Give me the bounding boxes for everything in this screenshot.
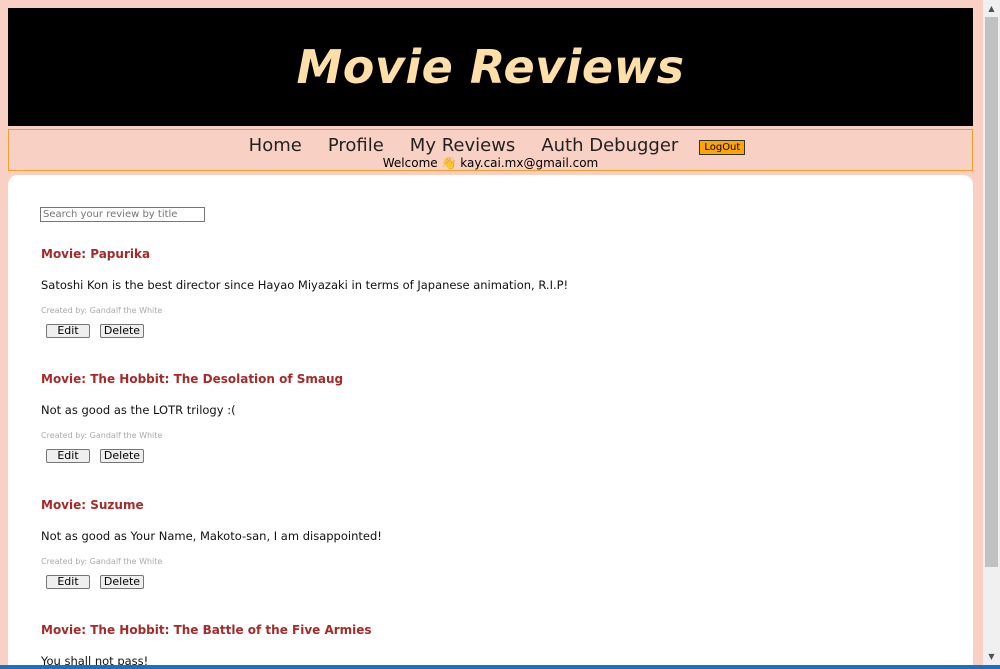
taskbar-edge xyxy=(0,665,1000,669)
nav-my-reviews-link[interactable]: My Reviews xyxy=(410,135,516,156)
waving-hand-icon: 👋 xyxy=(441,156,457,170)
welcome-prefix: Welcome xyxy=(382,156,438,170)
nav-home-link[interactable]: Home xyxy=(249,135,302,156)
scroll-down-arrow-icon[interactable]: ▼ xyxy=(983,648,1000,665)
nav-profile-link[interactable]: Profile xyxy=(328,135,384,156)
review-title: Movie: The Hobbit: The Desolation of Sma… xyxy=(41,372,344,386)
vertical-scrollbar[interactable]: ▲ ▼ xyxy=(983,0,1000,669)
review-author: Created by: Gandalf the White xyxy=(41,557,163,566)
review-actions: Edit Delete xyxy=(41,449,941,463)
user-email: kay.cai.mx@gmail.com xyxy=(460,156,599,170)
nav-links: Home Profile My Reviews Auth Debugger Lo… xyxy=(9,135,972,156)
review-body: Not as good as the LOTR trilogy :( xyxy=(41,403,236,417)
review-body: Not as good as Your Name, Makoto-san, I … xyxy=(41,529,382,543)
review-title: Movie: Suzume xyxy=(41,498,144,512)
scrollbar-thumb[interactable] xyxy=(985,17,998,567)
reviews-panel: Movie: Papurika Satoshi Kon is the best … xyxy=(8,175,973,669)
page: Movie Reviews Home Profile My Reviews Au… xyxy=(0,0,1000,669)
review-actions: Edit Delete xyxy=(41,324,941,338)
delete-button[interactable]: Delete xyxy=(100,449,144,463)
review-card: Movie: Suzume Not as good as Your Name, … xyxy=(41,498,941,589)
review-card: Movie: The Hobbit: The Battle of the Fiv… xyxy=(41,623,941,668)
logout-button[interactable]: LogOut xyxy=(699,139,746,155)
nav-auth-debugger-link[interactable]: Auth Debugger xyxy=(541,135,678,156)
delete-button[interactable]: Delete xyxy=(100,324,144,338)
review-title: Movie: The Hobbit: The Battle of the Fiv… xyxy=(41,623,372,637)
edit-button[interactable]: Edit xyxy=(46,324,90,338)
review-actions: Edit Delete xyxy=(41,575,941,589)
welcome-message: Welcome 👋 kay.cai.mx@gmail.com xyxy=(9,156,972,170)
review-card: Movie: The Hobbit: The Desolation of Sma… xyxy=(41,372,941,463)
review-search-input[interactable] xyxy=(40,207,205,222)
nav-bar: Home Profile My Reviews Auth Debugger Lo… xyxy=(8,129,973,171)
review-author: Created by: Gandalf the White xyxy=(41,431,163,440)
edit-button[interactable]: Edit xyxy=(46,575,90,589)
scroll-up-arrow-icon[interactable]: ▲ xyxy=(983,0,1000,17)
review-title: Movie: Papurika xyxy=(41,247,151,261)
site-title: Movie Reviews xyxy=(296,40,685,94)
review-body: Satoshi Kon is the best director since H… xyxy=(41,278,569,292)
review-author: Created by: Gandalf the White xyxy=(41,306,163,315)
site-header: Movie Reviews xyxy=(8,8,973,126)
review-card: Movie: Papurika Satoshi Kon is the best … xyxy=(41,247,941,338)
delete-button[interactable]: Delete xyxy=(100,575,144,589)
edit-button[interactable]: Edit xyxy=(46,449,90,463)
